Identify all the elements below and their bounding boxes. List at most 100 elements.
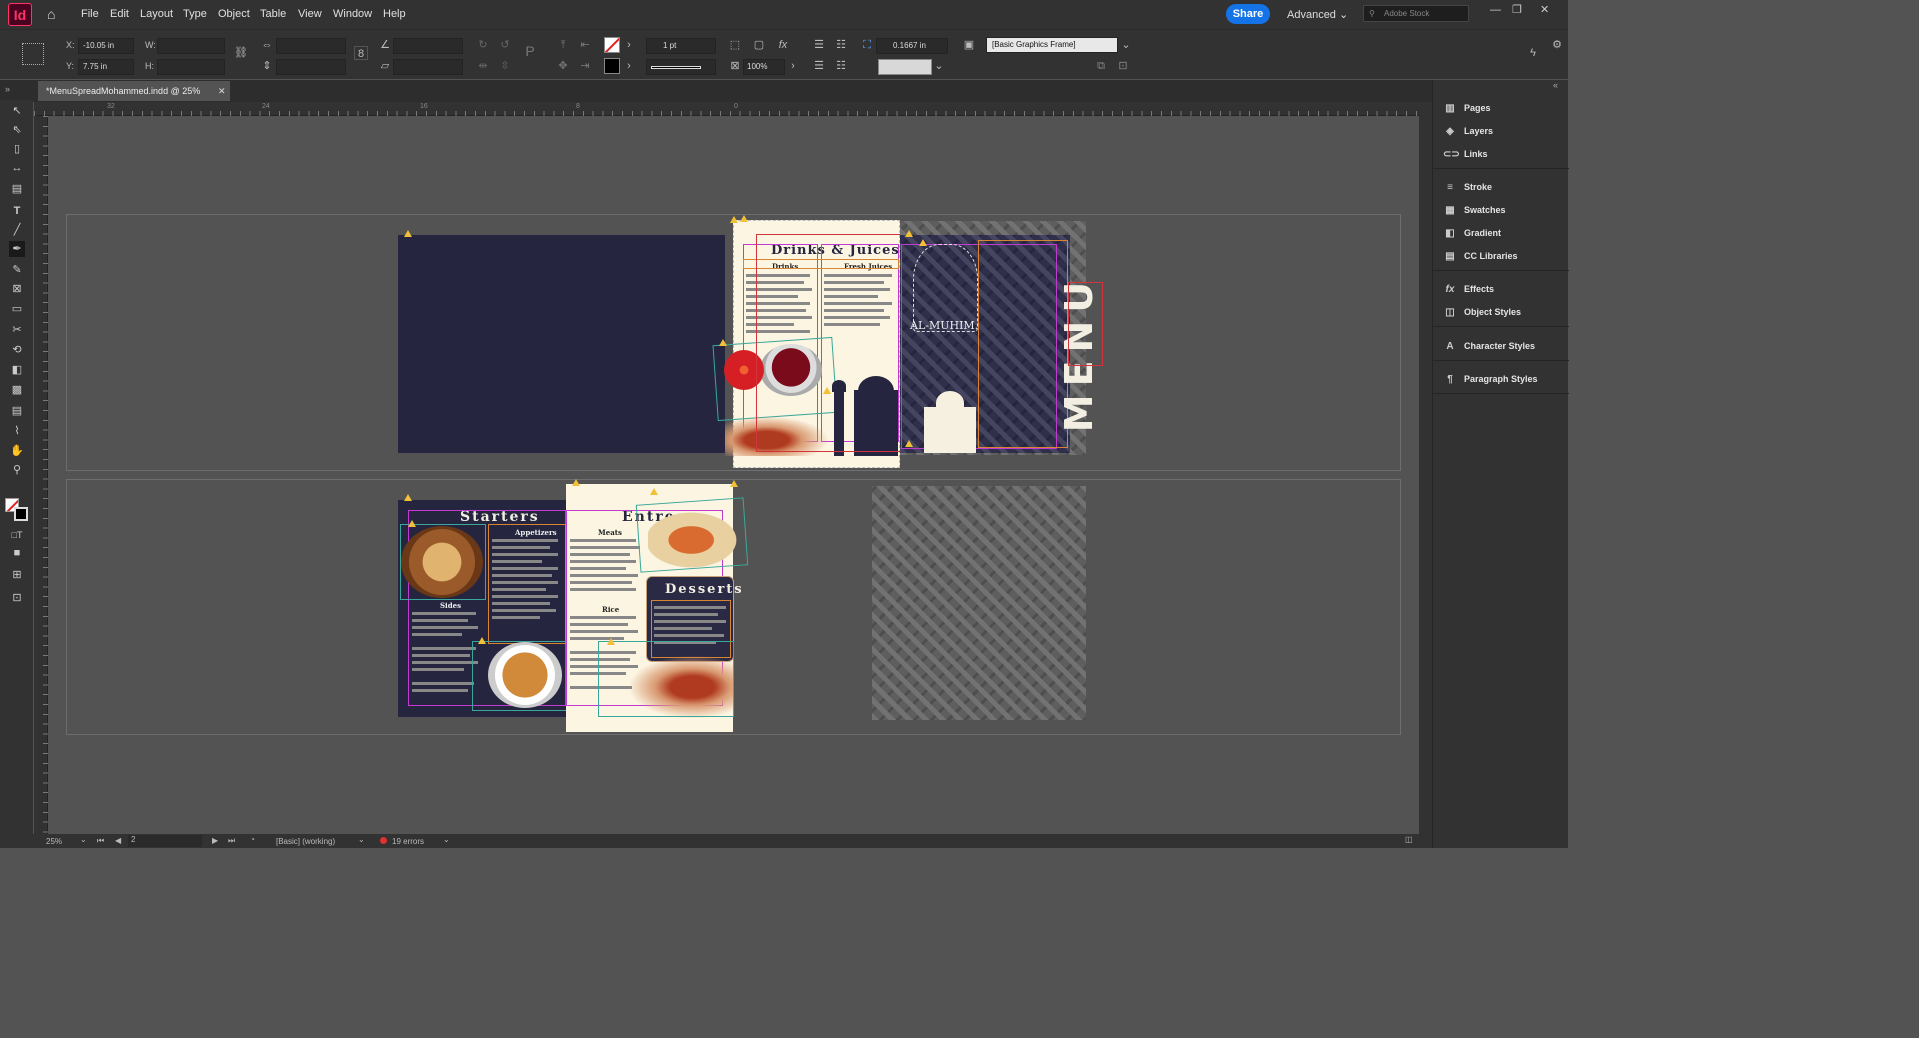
vertical-scrollbar[interactable] xyxy=(1419,102,1432,834)
panel-links[interactable]: ⊂⊃ Links xyxy=(1443,145,1488,163)
rotation-field[interactable] xyxy=(393,38,463,54)
stroke-proxy[interactable] xyxy=(14,507,28,521)
share-button[interactable]: Share xyxy=(1226,4,1270,24)
select-content-icon[interactable]: ✥ xyxy=(556,59,570,73)
panel-layers[interactable]: ◈ Layers xyxy=(1443,122,1493,140)
rectangle-tool-icon[interactable]: ▭ xyxy=(9,301,25,317)
selection-tool-icon[interactable]: ↖ xyxy=(9,103,25,119)
constrain-proportions-icon[interactable]: ⛓ xyxy=(234,46,248,60)
zoom-chevron-icon[interactable]: ⌄ xyxy=(80,835,87,844)
home-icon[interactable]: ⌂ xyxy=(47,6,63,22)
minimize-icon[interactable]: — xyxy=(1490,4,1501,16)
note-tool-icon[interactable]: ▤ xyxy=(9,403,25,419)
rectangle-frame-tool-icon[interactable]: ⊠ xyxy=(9,281,25,297)
select-container-icon[interactable]: ⤒ xyxy=(556,38,570,52)
scissors-tool-icon[interactable]: ✂ xyxy=(9,322,25,338)
distribute-center-icon[interactable]: ☷ xyxy=(834,59,848,73)
link-scale-icon[interactable]: 8 xyxy=(354,46,368,60)
fill-stroke-proxy[interactable] xyxy=(5,498,29,522)
object-style-dropdown[interactable]: [Basic Graphics Frame] xyxy=(986,37,1118,53)
control-settings-icon[interactable]: ⚙ xyxy=(1550,38,1564,52)
panel-stroke[interactable]: ≡ Stroke xyxy=(1443,178,1492,196)
menu-help[interactable]: Help xyxy=(383,8,406,20)
path-type-icon[interactable]: P xyxy=(523,44,537,58)
menu-table[interactable]: Table xyxy=(260,8,286,20)
panel-object-styles[interactable]: ◫ Object Styles xyxy=(1443,303,1521,321)
panel-gradient[interactable]: ◧ Gradient xyxy=(1443,224,1501,242)
align-center-icon[interactable]: ☷ xyxy=(834,38,848,52)
previous-page-icon[interactable]: ◀ xyxy=(115,836,121,845)
first-page-icon[interactable]: ⏮ xyxy=(97,836,104,846)
page-tool-icon[interactable]: ▯ xyxy=(9,141,25,157)
pencil-tool-icon[interactable]: ✎ xyxy=(9,262,25,278)
fill-swatch[interactable] xyxy=(604,37,620,53)
line-tool-icon[interactable]: ╱ xyxy=(9,222,25,238)
type-tool-icon[interactable]: T xyxy=(9,203,25,219)
gap-tool-icon[interactable]: ↔ xyxy=(9,160,25,176)
menu-view[interactable]: View xyxy=(298,8,322,20)
distribute-top-icon[interactable]: ☰ xyxy=(812,59,826,73)
frame-fitting-icon[interactable]: ▢ xyxy=(752,38,766,52)
document-tab[interactable]: *MenuSpreadMohammed.indd @ 25% ✕ xyxy=(38,81,230,101)
panel-cc-libraries[interactable]: ▤ CC Libraries xyxy=(1443,247,1517,265)
rotate-cw-icon[interactable]: ↻ xyxy=(476,38,490,52)
panel-pages[interactable]: ▥ Pages xyxy=(1443,99,1490,117)
close-tab-icon[interactable]: ✕ xyxy=(218,81,226,101)
opacity-chevron-icon[interactable]: › xyxy=(786,59,800,73)
panel-character-styles[interactable]: A Character Styles xyxy=(1443,337,1535,355)
h-field[interactable] xyxy=(157,59,225,75)
workspace-switcher[interactable]: Advanced ⌄ xyxy=(1287,8,1348,21)
direct-selection-tool-icon[interactable]: ⇖ xyxy=(9,122,25,138)
error-count[interactable]: 19 errors xyxy=(392,837,424,846)
opacity-field[interactable]: 100% xyxy=(743,59,785,75)
preview-mode-icon[interactable]: ⊡ xyxy=(9,590,25,606)
menu-type[interactable]: Type xyxy=(183,8,207,20)
auto-fit-icon[interactable]: ⛶ xyxy=(860,38,874,52)
collapse-panels-icon[interactable]: « xyxy=(1553,80,1558,90)
menu-layout[interactable]: Layout xyxy=(140,8,173,20)
object-style-chevron-icon[interactable]: ⌄ xyxy=(1119,38,1133,52)
restore-icon[interactable]: ❐ xyxy=(1512,3,1522,16)
stroke-menu-chevron-icon[interactable]: › xyxy=(622,59,636,73)
screen-mode-icon[interactable]: ⊞ xyxy=(9,567,25,583)
free-transform-tool-icon[interactable]: ⟲ xyxy=(9,342,25,358)
reference-point-icon[interactable] xyxy=(22,43,44,65)
profile-chevron-icon[interactable]: ⌄ xyxy=(358,835,365,844)
next-page-icon[interactable]: ▶ xyxy=(212,836,218,845)
preflight-profile[interactable]: [Basic] (working) xyxy=(276,837,335,846)
pen-tool-icon[interactable]: ✒ xyxy=(9,241,25,257)
text-wrap-icon[interactable]: ⬚ xyxy=(728,38,742,52)
stroke-weight-field[interactable]: 1 pt xyxy=(646,38,716,54)
scale-x-field[interactable] xyxy=(276,38,346,54)
effects-fx-icon[interactable]: fx xyxy=(776,38,790,52)
formatting-container-icon[interactable]: □T xyxy=(9,527,25,543)
close-icon[interactable]: ✕ xyxy=(1540,3,1549,16)
eyedropper-tool-icon[interactable]: ⌇ xyxy=(9,423,25,439)
w-field[interactable] xyxy=(157,38,225,54)
fill-menu-chevron-icon[interactable]: › xyxy=(622,38,636,52)
collapse-toolbox-icon[interactable]: » xyxy=(5,84,10,94)
menu-file[interactable]: File xyxy=(81,8,99,20)
preflight-icon[interactable]: ◔ xyxy=(250,835,255,844)
stroke-type-dropdown[interactable] xyxy=(646,59,716,75)
adobe-stock-search[interactable]: ⚲ Adobe Stock xyxy=(1363,5,1469,22)
hand-tool-icon[interactable]: ✋ xyxy=(9,443,25,459)
rotate-ccw-icon[interactable]: ↺ xyxy=(498,38,512,52)
flip-vertical-icon[interactable]: ⇳ xyxy=(498,59,512,73)
gradient-swatch-tool-icon[interactable]: ◧ xyxy=(9,362,25,378)
last-page-icon[interactable]: ⏭ xyxy=(228,836,235,846)
content-collector-icon[interactable]: ▤ xyxy=(9,181,25,197)
apply-color-icon[interactable]: ■ xyxy=(9,545,25,561)
menu-edit[interactable]: Edit xyxy=(110,8,129,20)
menu-object[interactable]: Object xyxy=(218,8,250,20)
style-options-icon[interactable]: ⊡ xyxy=(1116,59,1130,73)
x-field[interactable]: -10.05 in xyxy=(78,38,134,54)
y-field[interactable]: 7.75 in xyxy=(78,59,134,75)
zoom-level[interactable]: 25% xyxy=(46,837,62,846)
shear-field[interactable] xyxy=(393,59,463,75)
flip-horizontal-icon[interactable]: ⇹ xyxy=(476,59,490,73)
zoom-tool-icon[interactable]: ⚲ xyxy=(9,462,25,478)
clear-overrides-icon[interactable]: ⧉ xyxy=(1094,59,1108,73)
gradient-feather-tool-icon[interactable]: ▩ xyxy=(9,382,25,398)
corner-preview[interactable] xyxy=(878,59,932,75)
